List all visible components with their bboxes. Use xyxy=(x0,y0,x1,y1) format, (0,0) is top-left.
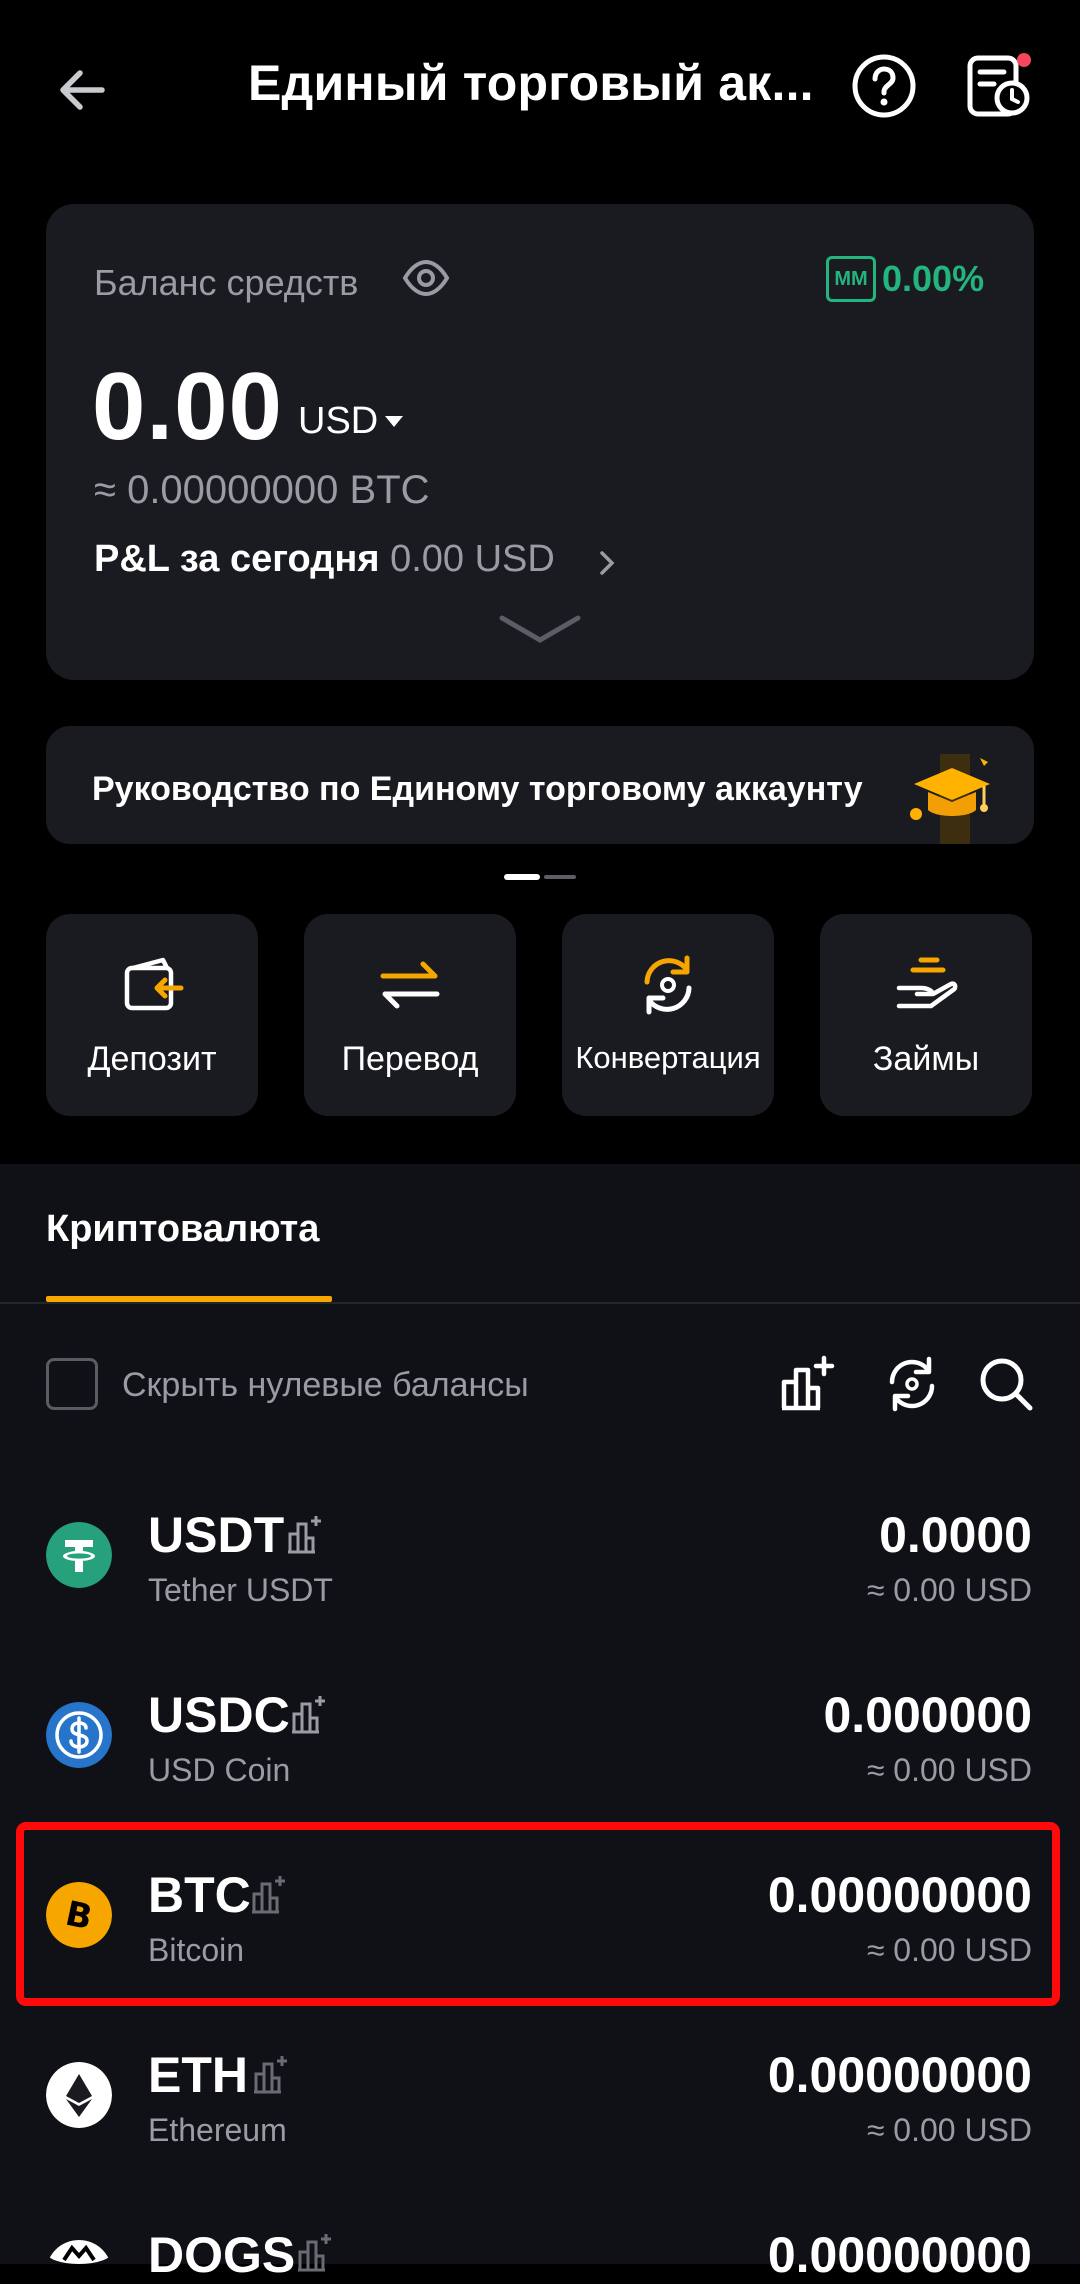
mm-percent[interactable]: 0.00% xyxy=(882,258,984,300)
btc-equivalent: ≈ 0.00000000 BTC xyxy=(94,468,430,512)
usdt-coin-icon xyxy=(46,1522,112,1588)
asset-usd-value: ≈ 0.00 USD xyxy=(866,1572,1032,1608)
asset-amount: 0.000000 xyxy=(823,1687,1032,1743)
asset-amount: 0.00000000 xyxy=(767,2047,1032,2103)
hide-zero-checkbox[interactable] xyxy=(46,1358,98,1410)
pnl-label: P&L за сегодня xyxy=(94,538,380,580)
history-clock-icon[interactable] xyxy=(964,50,1036,122)
asset-symbol: ETH xyxy=(148,2047,248,2103)
asset-symbol: USDC xyxy=(148,1687,290,1743)
mm-badge[interactable]: MM xyxy=(826,256,876,302)
deposit-label: Депозит xyxy=(87,1040,217,1078)
asset-symbol: USDT xyxy=(148,1507,285,1563)
chart-add-icon[interactable] xyxy=(286,1514,322,1554)
pnl-today[interactable]: P&L за сегодня 0.00 USD xyxy=(94,538,555,581)
asset-usd-value: ≈ 0.00 USD xyxy=(866,1752,1032,1788)
convert-small-icon[interactable] xyxy=(882,1354,942,1414)
chart-add-icon[interactable] xyxy=(296,2232,332,2272)
convert-icon xyxy=(644,955,692,1015)
asset-name: USD Coin xyxy=(148,1752,291,1788)
asset-amount: 0.0000 xyxy=(879,1507,1032,1563)
usdc-coin-icon xyxy=(46,1702,112,1768)
asset-amount: 0.00000000 xyxy=(767,2227,1032,2283)
asset-symbol: DOGS xyxy=(148,2227,296,2283)
balance-currency[interactable]: USD xyxy=(298,400,378,443)
hide-zero-label[interactable]: Скрыть нулевые балансы xyxy=(122,1366,529,1405)
asset-name: Tether USDT xyxy=(148,1572,333,1608)
highlight-box xyxy=(16,1822,1060,2006)
loans-label: Займы xyxy=(872,1040,980,1078)
pnl-value: 0.00 USD xyxy=(390,538,555,580)
chart-add-icon[interactable] xyxy=(252,2054,288,2094)
chart-add-icon[interactable] xyxy=(776,1354,836,1414)
caret-down-icon[interactable] xyxy=(384,414,404,428)
search-icon[interactable] xyxy=(976,1354,1036,1414)
balance-amount: 0.00 xyxy=(92,353,283,460)
asset-name: Ethereum xyxy=(148,2112,287,2148)
wallet-deposit-icon xyxy=(124,957,184,1011)
chevron-right-icon[interactable] xyxy=(596,548,618,578)
transfer-arrows-icon xyxy=(380,961,440,1009)
divider xyxy=(0,1302,1080,1304)
balance-label: Баланс средств xyxy=(94,262,359,303)
carousel-indicator xyxy=(504,874,576,880)
eth-coin-icon xyxy=(46,2062,112,2128)
loan-hand-icon xyxy=(896,957,958,1009)
tab-crypto[interactable]: Криптовалюта xyxy=(46,1208,319,1251)
convert-label: Конвертация xyxy=(575,1040,761,1075)
question-circle-icon[interactable] xyxy=(850,52,918,120)
dogs-coin-icon xyxy=(47,2240,111,2264)
transfer-label: Перевод xyxy=(341,1040,479,1078)
page-title: Единый торговый ак... xyxy=(248,55,814,111)
chevron-down-icon[interactable] xyxy=(498,612,582,646)
chart-add-icon[interactable] xyxy=(290,1694,326,1734)
eye-icon[interactable] xyxy=(402,258,450,298)
guide-banner-text: Руководство по Единому торговому аккаунт… xyxy=(92,770,863,808)
back-arrow-icon[interactable] xyxy=(50,55,120,125)
graduation-cap-icon xyxy=(910,754,990,844)
asset-usd-value: ≈ 0.00 USD xyxy=(866,2112,1032,2148)
